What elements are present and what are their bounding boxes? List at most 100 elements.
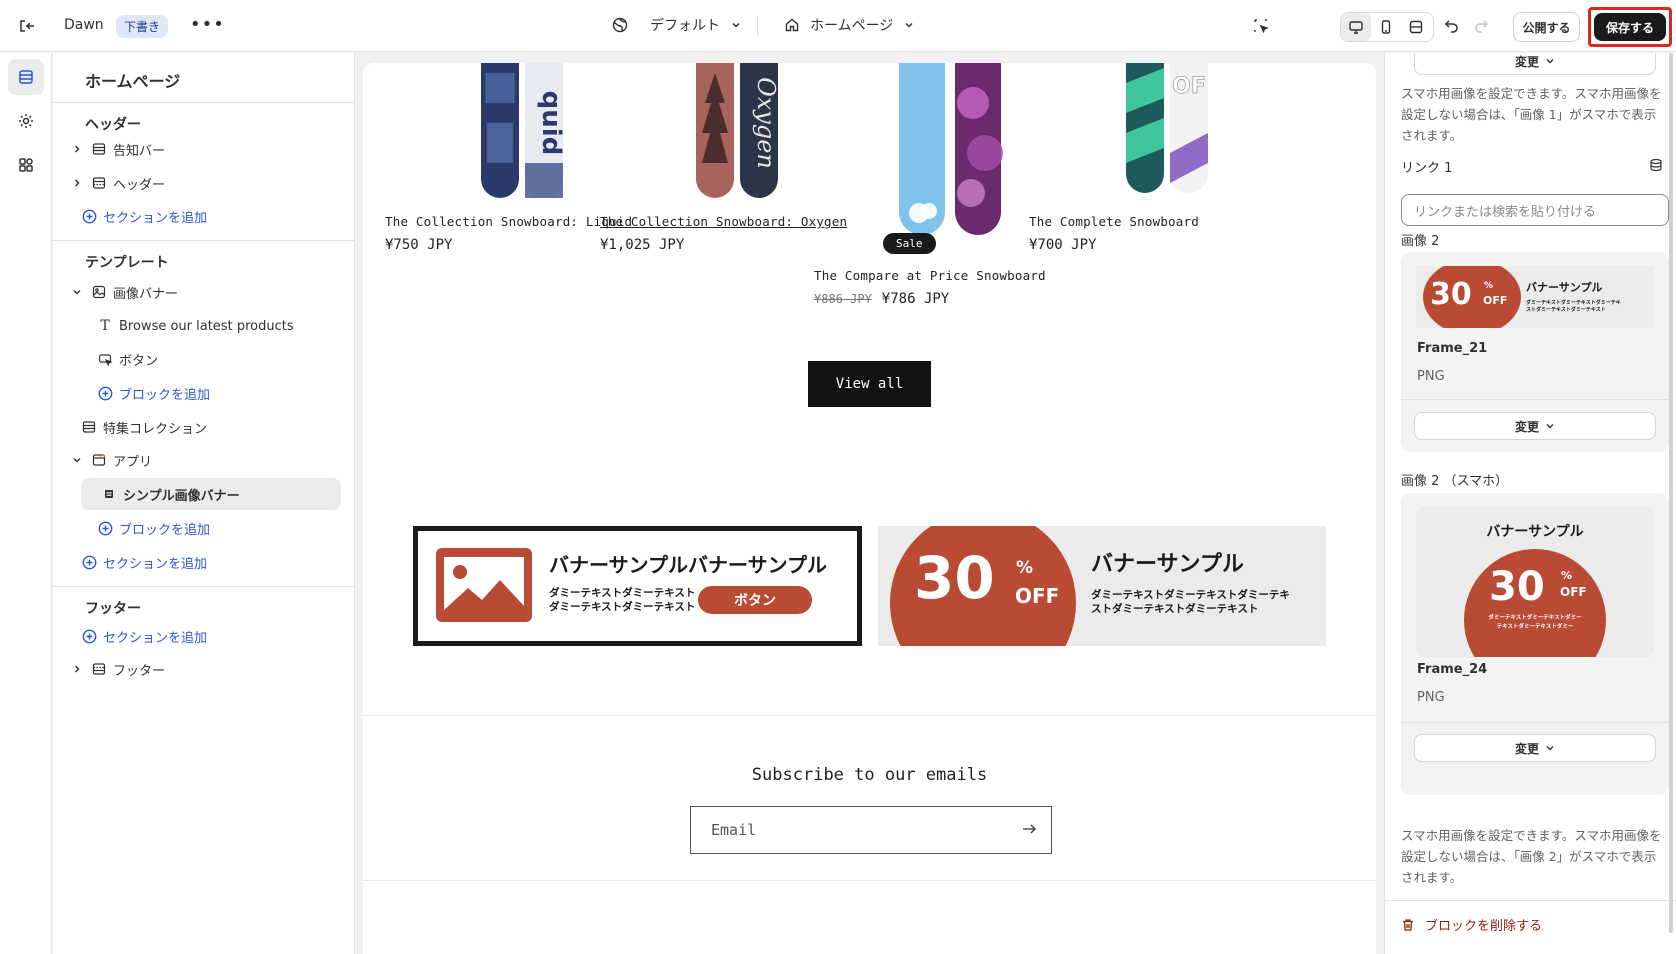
left-rail xyxy=(0,53,52,954)
image2-filetype: PNG xyxy=(1417,369,1445,384)
product-card[interactable]: The Collection Snowboard: Oxygen ¥1,025 … xyxy=(600,214,847,253)
sidebar-item-image-banner[interactable]: 画像バナー xyxy=(69,276,178,308)
save-button-highlight: 保存する xyxy=(1588,7,1672,47)
product-card[interactable]: The Compare at Price Snowboard ¥886 JPY ¥… xyxy=(814,268,1046,307)
fullscreen-icon[interactable] xyxy=(1401,13,1431,41)
sidebar-item-label: ヘッダー xyxy=(113,177,166,193)
sidebar-item-header[interactable]: ヘッダー xyxy=(69,167,165,199)
add-block-button[interactable]: ブロックを追加 xyxy=(97,377,210,409)
delete-block-button[interactable]: ブロックを削除する xyxy=(1401,915,1542,934)
arrow-right-icon[interactable] xyxy=(1021,821,1037,837)
add-block-button[interactable]: ブロックを追加 xyxy=(97,512,210,544)
theme-preset-selector[interactable]: デフォルト xyxy=(612,15,742,35)
product-title[interactable]: The Complete Snowboard xyxy=(1029,214,1199,229)
sidebar-item-apps[interactable]: アプリ xyxy=(69,444,152,476)
thumb-body-line: ダミーテキストダミーテキストダミーテキ xyxy=(1526,300,1621,306)
sidebar-item-announcement-bar[interactable]: 告知バー xyxy=(69,133,165,165)
plus-circle-icon xyxy=(97,520,113,536)
banner-discount-number: 30 xyxy=(914,544,995,612)
divider xyxy=(53,586,355,587)
sidebar-item-label: アプリ xyxy=(113,454,153,470)
page-selector[interactable]: ホームページ xyxy=(784,15,915,35)
panel-scrollbar[interactable] xyxy=(1668,53,1674,933)
product-title[interactable]: The Compare at Price Snowboard xyxy=(814,268,1046,283)
add-section-label: セクションを追加 xyxy=(103,210,208,226)
settings-gear-icon[interactable] xyxy=(8,103,44,139)
chevron-right-icon[interactable] xyxy=(69,144,85,154)
change-image-button[interactable]: 変更 xyxy=(1414,53,1656,75)
product-image-oxygen[interactable]: Oxygen xyxy=(688,63,788,201)
header-section-icon xyxy=(91,175,107,191)
product-image-complete[interactable]: OF xyxy=(1118,63,1218,201)
simple-banner-2[interactable]: 30 % OFF バナーサンプル ダミーテキストダミーテキストダミーテキ ストダ… xyxy=(878,526,1326,646)
add-section-label: セクションを追加 xyxy=(103,630,208,646)
chevron-right-icon[interactable] xyxy=(69,664,85,674)
home-icon xyxy=(785,18,799,32)
image2-thumbnail[interactable]: 30 % OFF バナーサンプル ダミーテキストダミーテキストダミーテキ ストダ… xyxy=(1416,266,1654,328)
thumb-body-line: テキストダミーテキストダミー xyxy=(1496,624,1574,630)
product-title[interactable]: The Collection Snowboard: Liquid xyxy=(385,214,632,229)
image2-mobile-card: バナーサンプル 30 % OFF ダミーテキストダミーテキストダミー テキストダ… xyxy=(1401,493,1669,795)
add-section-button[interactable]: セクションを追加 xyxy=(81,546,207,578)
image2-mobile-filename: Frame_24 xyxy=(1417,662,1488,677)
sidebar-item-featured-collection[interactable]: 特集コレクション xyxy=(81,411,207,443)
banner-button[interactable]: ボタン xyxy=(698,586,812,614)
link-label: リンク 1 xyxy=(1401,161,1453,176)
image2-mobile-thumbnail[interactable]: バナーサンプル 30 % OFF ダミーテキストダミーテキストダミー テキストダ… xyxy=(1416,507,1654,657)
thumb-title: バナーサンプル xyxy=(1486,524,1584,540)
theme-name[interactable]: Dawn xyxy=(64,17,104,33)
product-image-liquid[interactable]: quid xyxy=(473,63,573,201)
sidebar-block-simple-banner[interactable]: シンプル画像バナー xyxy=(81,478,341,510)
undo-icon[interactable] xyxy=(1441,15,1463,37)
banner-body-line: ダミーテキストダミーテキスト xyxy=(549,587,696,599)
publish-button[interactable]: 公開する xyxy=(1513,12,1580,42)
exit-icon[interactable] xyxy=(16,15,38,37)
chevron-down-icon[interactable] xyxy=(69,287,85,297)
add-block-label: ブロックを追加 xyxy=(119,387,211,403)
dynamic-source-icon[interactable] xyxy=(1649,158,1663,172)
thumb-body: ダミーテキストダミーテキストダミー テキストダミーテキストダミー xyxy=(1416,614,1654,632)
product-card[interactable]: The Collection Snowboard: Liquid ¥750 JP… xyxy=(385,214,632,253)
banner-title: バナーサンプル xyxy=(1091,552,1244,577)
chevron-down-icon xyxy=(905,22,913,28)
add-section-label: セクションを追加 xyxy=(103,556,208,572)
thumb-off: OFF xyxy=(1560,585,1587,599)
product-title[interactable]: The Collection Snowboard: Oxygen xyxy=(600,214,847,229)
thumb-body-line: ストダミーテキストダミーテキスト xyxy=(1526,307,1606,313)
image2-mobile-filetype: PNG xyxy=(1417,690,1445,705)
add-section-button[interactable]: セクションを追加 xyxy=(81,200,207,232)
trash-icon xyxy=(1403,918,1413,931)
apps-icon[interactable] xyxy=(8,147,44,183)
footer-section-icon xyxy=(91,661,107,677)
view-all-button[interactable]: View all xyxy=(808,361,931,407)
thumb-title: バナーサンプル xyxy=(1526,281,1603,294)
sidebar-block-button[interactable]: ボタン xyxy=(97,343,158,375)
sections-icon[interactable] xyxy=(8,59,44,95)
footer-group-heading: フッター xyxy=(85,601,141,617)
product-price: ¥700 JPY xyxy=(1029,237,1097,253)
add-section-button[interactable]: セクションを追加 xyxy=(81,620,207,652)
change-image-button[interactable]: 変更 xyxy=(1414,734,1656,762)
app-block-icon xyxy=(101,486,117,502)
inspector-icon[interactable] xyxy=(1250,15,1272,37)
save-button[interactable]: 保存する xyxy=(1594,13,1666,41)
sidebar-item-label: 画像バナー xyxy=(113,286,179,302)
product-card[interactable]: The Complete Snowboard ¥700 JPY xyxy=(1029,214,1199,253)
redo-icon[interactable] xyxy=(1470,15,1492,37)
thumb-body: ダミーテキストダミーテキストダミーテキ ストダミーテキストダミーテキスト xyxy=(1526,300,1621,314)
simple-banner-1[interactable]: バナーサンプルバナーサンプル ダミーテキストダミーテキスト ダミーテキストダミー… xyxy=(413,526,862,646)
mobile-icon[interactable] xyxy=(1371,13,1401,41)
change-image-button[interactable]: 変更 xyxy=(1414,412,1656,440)
product-image-compare-price[interactable] xyxy=(893,63,1013,243)
banner-body-line: ダミーテキストダミーテキスト xyxy=(549,601,696,613)
link-input[interactable]: リンクまたは検索を貼り付ける xyxy=(1401,194,1669,226)
sidebar-block-text[interactable]: T Browse our latest products xyxy=(97,310,293,342)
banner-body: ダミーテキストダミーテキスト ダミーテキストダミーテキスト xyxy=(549,586,695,614)
chevron-down-icon[interactable] xyxy=(69,455,85,465)
sidebar-item-footer[interactable]: フッター xyxy=(69,653,165,685)
image-placeholder-icon xyxy=(436,548,532,622)
chevron-right-icon[interactable] xyxy=(69,178,85,188)
desktop-icon[interactable] xyxy=(1341,13,1371,41)
newsletter-email-input[interactable]: Email xyxy=(690,806,1052,854)
more-actions-button[interactable]: ••• xyxy=(190,14,225,35)
